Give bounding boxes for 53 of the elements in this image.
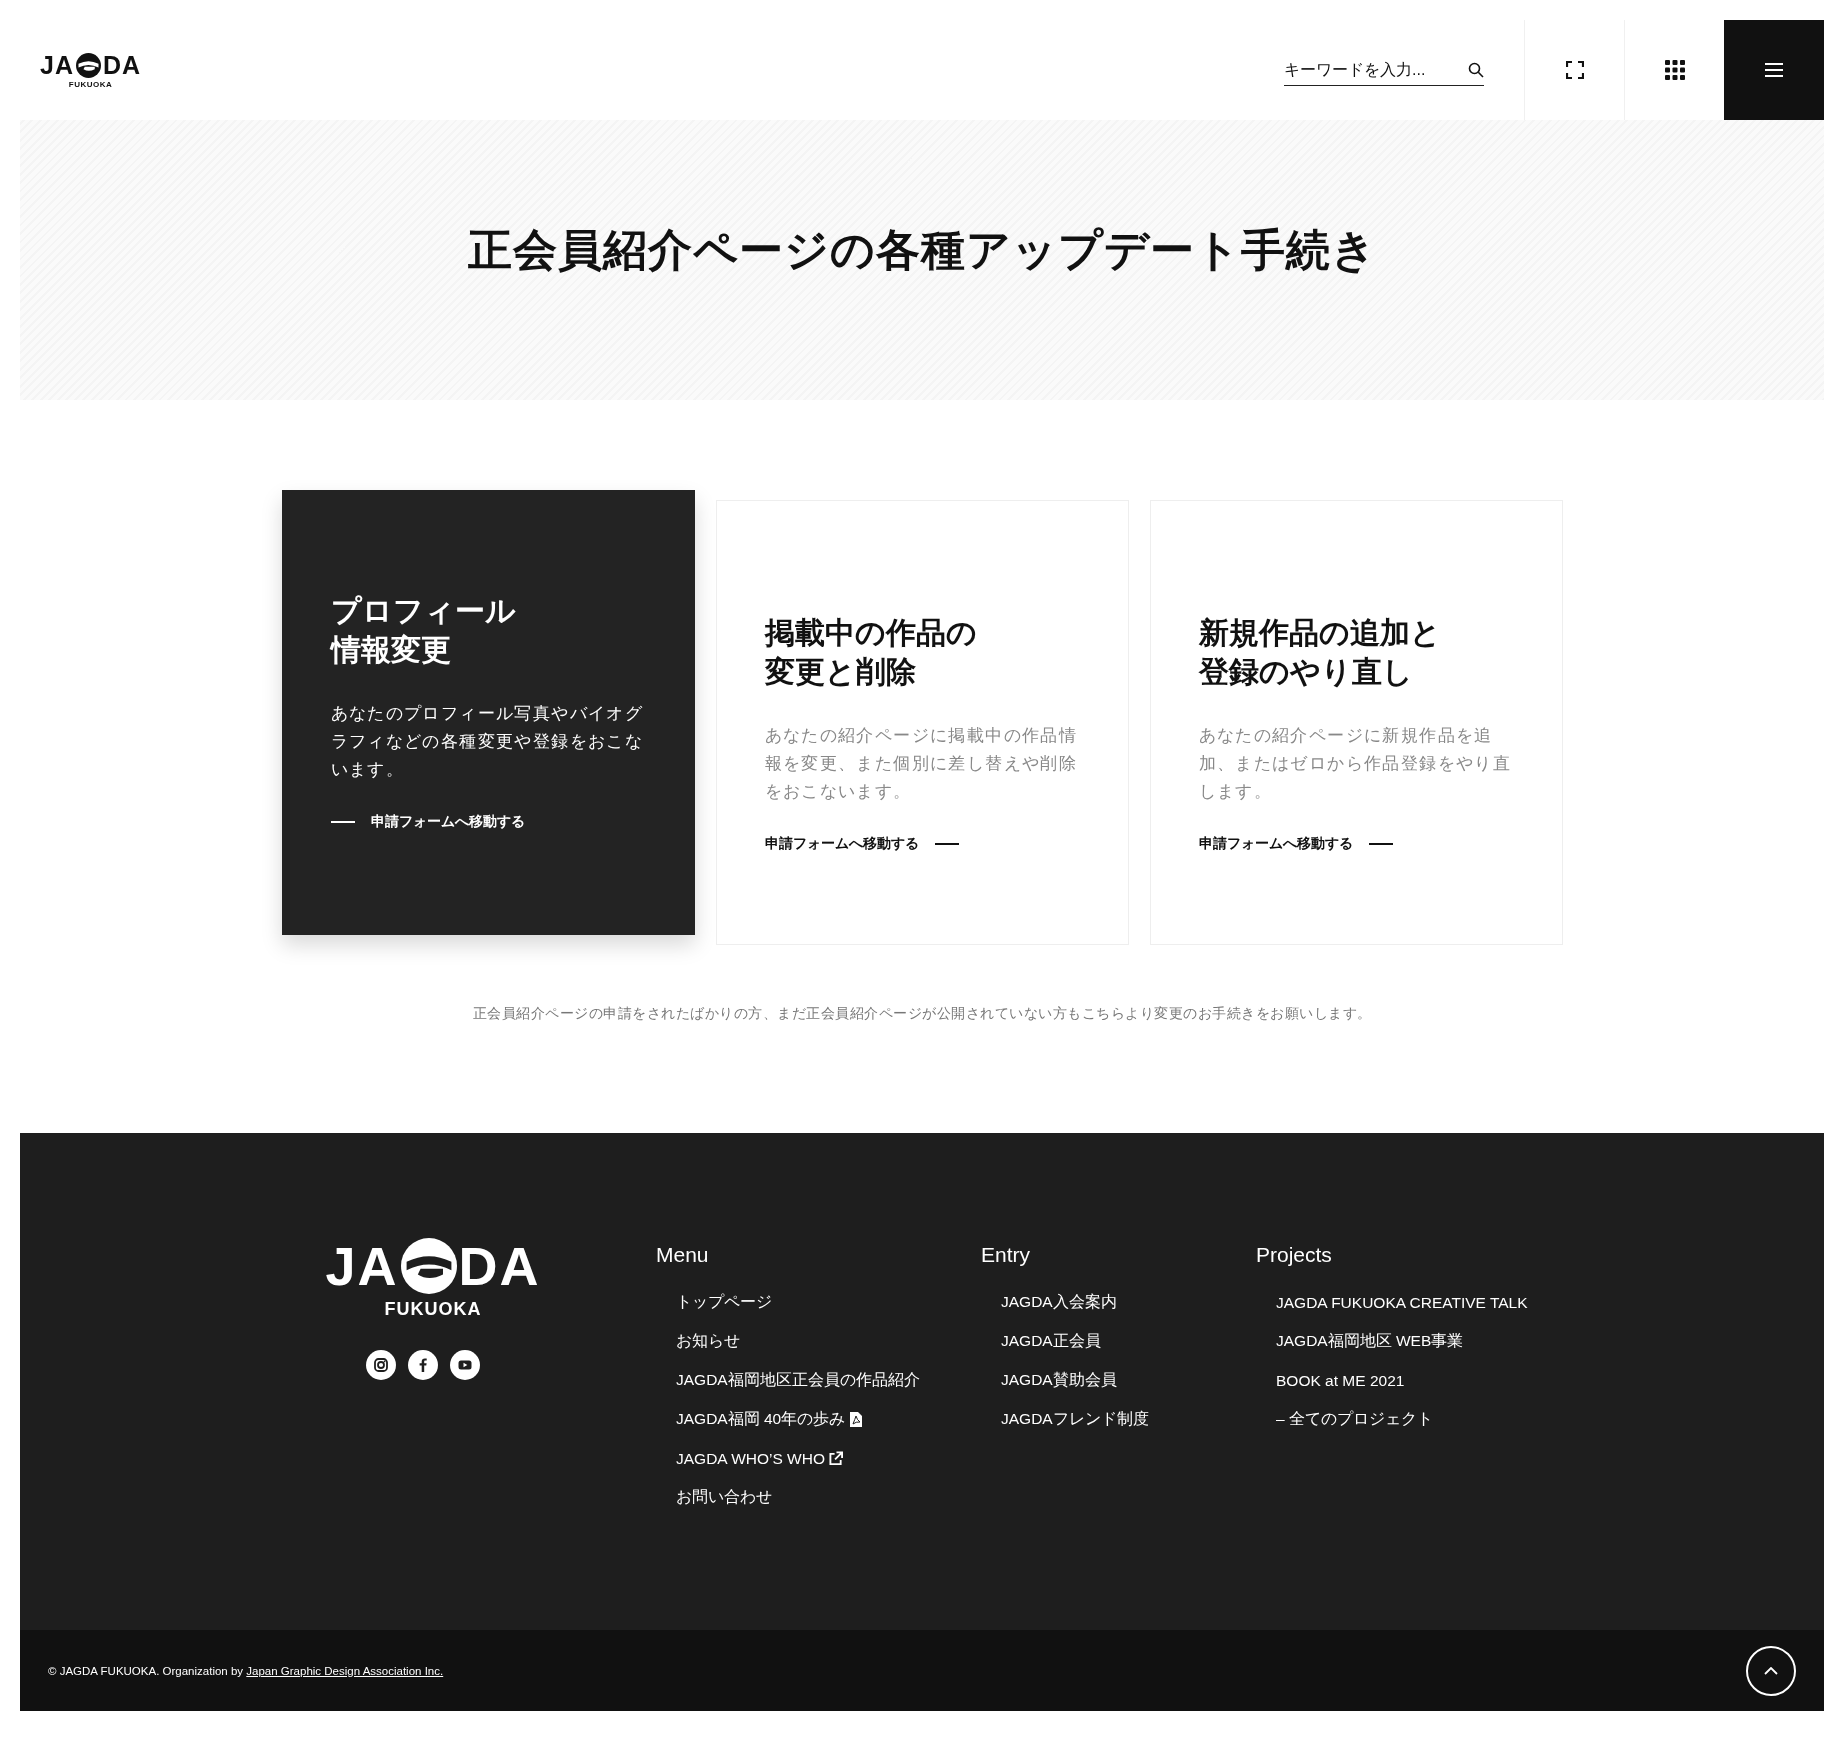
logo-text[interactable]: DA	[102, 51, 142, 80]
search-field[interactable]: キーワードを入力...	[1284, 54, 1484, 86]
footer-link[interactable]: JAGDA FUKUOKA CREATIVE TALK	[1276, 1293, 1528, 1312]
logo-text[interactable]: JA	[40, 51, 74, 80]
menu-icon	[1765, 63, 1783, 77]
note-text: 正会員紹介ページの申請をされたばかりの方、まだ正会員紹介ページが公開されていない方もこちらより変更のお手続きをお願いします。	[471, 1005, 1373, 1023]
footer-heading: Menu	[656, 1243, 710, 1267]
form-link[interactable]: 申請フォームへ移動する	[764, 835, 919, 853]
option-card[interactable]: 掲載中の作品の 変更と削除 あなたの紹介ページに掲載中の作品情報を変更、また個別に差し替えや削除をおこないます。 申請フォームへ移動する	[715, 500, 1129, 945]
copyright-text: © JAGDA FUKUOKA. Organization by Japan Graphic Design Association Inc.	[48, 1664, 444, 1677]
footer-link[interactable]: JAGDA入会案内	[1001, 1292, 1117, 1313]
card-title: 新規作品の追加と 登録のやり直し	[1198, 615, 1442, 690]
footer-link[interactable]: JAGDA賛助会員	[1001, 1370, 1117, 1391]
grid-icon	[1664, 60, 1685, 80]
option-card[interactable]: プロフィール 情報変更 あなたのプロフィール写真やバイオグラフィなどの各種変更や登録をおこないます。 申請フォームへ移動する	[281, 490, 695, 935]
fullscreen-icon	[1565, 61, 1584, 79]
card-title: 掲載中の作品の 変更と削除	[764, 615, 978, 690]
form-link[interactable]: 申請フォームへ移動する	[1198, 835, 1353, 853]
footer-heading: Entry	[981, 1243, 1031, 1267]
instagram-icon[interactable]	[366, 1350, 396, 1380]
logo-subtitle: FUKUOKA	[68, 80, 113, 89]
footer-link[interactable]: お知らせ	[676, 1331, 740, 1352]
card-description: あなたの紹介ページに新規作品を追加、またはゼロから作品登録をやり直します。	[1198, 725, 1513, 802]
logo-text[interactable]: JA	[325, 1235, 399, 1297]
logo-mark-icon	[75, 53, 101, 78]
footer-link[interactable]: JAGDA福岡 40年の歩み	[676, 1409, 864, 1430]
logo-mark-icon	[400, 1238, 457, 1294]
footer-link[interactable]: JAGDA正会員	[1001, 1331, 1101, 1352]
footer-link[interactable]: JAGDA福岡地区 WEB事業	[1276, 1331, 1464, 1352]
footer-link[interactable]: – 全てのプロジェクト	[1276, 1409, 1433, 1430]
association-link[interactable]: Japan Graphic Design Association Inc.	[246, 1664, 444, 1677]
card-description: あなたの紹介ページに掲載中の作品情報を変更、また個別に差し替えや削除をおこないます。	[764, 725, 1079, 802]
youtube-icon[interactable]	[450, 1350, 480, 1380]
logo-subtitle: FUKUOKA	[384, 1299, 482, 1320]
pdf-file-icon	[849, 1412, 864, 1427]
footer-heading: Projects	[1256, 1243, 1333, 1267]
card-description: あなたのプロフィール写真やバイオグラフィなどの各種変更や登録をおこないます。	[330, 703, 645, 780]
footer-link[interactable]: JAGDA福岡地区正会員の作品紹介	[676, 1370, 920, 1391]
facebook-icon[interactable]	[408, 1350, 438, 1380]
footer-link[interactable]: トップページ	[676, 1292, 772, 1313]
logo-text[interactable]: DA	[458, 1235, 541, 1297]
footer-link[interactable]: お問い合わせ	[676, 1487, 772, 1508]
footer-link[interactable]: BOOK at ME 2021	[1276, 1371, 1405, 1390]
page-title: 正会員紹介ページの各種アップデート手続き	[467, 223, 1377, 276]
search-icon[interactable]	[1468, 61, 1484, 78]
card-title: プロフィール 情報変更	[330, 593, 517, 668]
chevron-up-icon	[1764, 1666, 1778, 1675]
form-link[interactable]: 申請フォームへ移動する	[370, 813, 525, 831]
footer-link[interactable]: JAGDA WHO’S WHO	[676, 1449, 843, 1468]
back-to-top-button[interactable]	[1746, 1645, 1796, 1696]
option-card[interactable]: 新規作品の追加と 登録のやり直し あなたの紹介ページに新規作品を追加、またはゼロから作品登録をやり直します。 申請フォームへ移動する	[1149, 500, 1563, 945]
external-link-icon	[829, 1451, 843, 1466]
footer-link[interactable]: JAGDAフレンド制度	[1001, 1409, 1149, 1430]
